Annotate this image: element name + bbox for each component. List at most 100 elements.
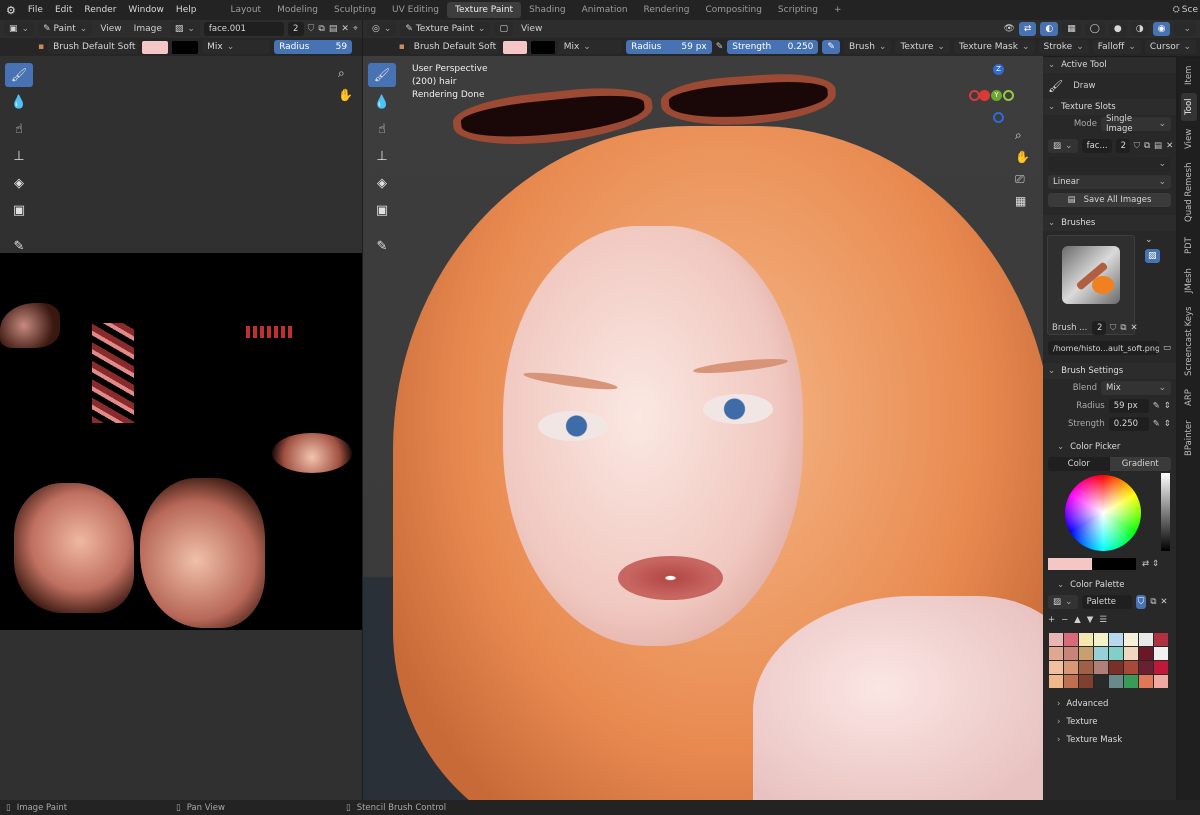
paint-mask-toggle[interactable]: ▢ — [494, 22, 513, 36]
palette-swatch[interactable] — [1109, 661, 1123, 674]
duplicate-image-icon[interactable]: ⧉ — [318, 24, 324, 34]
palette-swatch[interactable] — [1124, 661, 1138, 674]
palette-swatch[interactable] — [1094, 661, 1108, 674]
slot-image-users[interactable]: 2 — [1115, 139, 1130, 153]
open-image-icon[interactable]: ▤ — [329, 24, 338, 34]
palette-duplicate-icon[interactable]: ⧉ — [1150, 597, 1156, 607]
zoom-icon[interactable]: ⌕ — [338, 66, 345, 81]
menu-help[interactable]: Help — [170, 5, 203, 15]
tab-layout[interactable]: Layout — [222, 2, 269, 18]
palette-swatch[interactable] — [1139, 633, 1153, 646]
pan-hand-icon[interactable]: ✋ — [338, 88, 353, 102]
slot-open-icon[interactable]: ▤ — [1154, 141, 1162, 151]
vp-tool-smear[interactable]: ☝ — [368, 117, 396, 141]
tab-scripting[interactable]: Scripting — [770, 2, 826, 18]
perspective-toggle-icon[interactable]: ▦ — [1015, 194, 1026, 208]
overlay-toggle[interactable]: ◐ — [1040, 22, 1059, 36]
brush-menu[interactable]: Brush — [843, 40, 892, 54]
shading-wireframe-button[interactable]: ◯ — [1084, 22, 1105, 36]
image-browse-button[interactable]: ▨ — [169, 22, 200, 36]
palette-swatch[interactable] — [1139, 675, 1153, 688]
texture-menu[interactable]: Texture — [895, 40, 950, 54]
blender-logo-icon[interactable]: ⚙ — [0, 4, 22, 17]
vp-tool-clone[interactable]: ⊥ — [368, 144, 396, 168]
palette-swatch[interactable] — [1049, 647, 1063, 660]
shading-rendered-button[interactable]: ◉ — [1152, 22, 1171, 36]
tool-soften[interactable]: 💧 — [5, 90, 33, 114]
palette-swatch[interactable] — [1154, 647, 1168, 660]
texture-panel-header[interactable]: Texture — [1043, 714, 1176, 730]
palette-browse[interactable]: ▨ — [1048, 595, 1078, 609]
panel-radius-field[interactable]: 59 px — [1108, 399, 1149, 413]
palette-swatch[interactable] — [1124, 675, 1138, 688]
slot-image-browse[interactable]: ▨ — [1048, 139, 1078, 153]
gizmo-toggle[interactable]: ⇄ — [1018, 22, 1037, 36]
vp-tool-soften[interactable]: 💧 — [368, 90, 396, 114]
editor-type-button[interactable]: ▣ — [4, 22, 35, 36]
image-editor-area[interactable]: 🖌 💧 ☝ ⊥ ◈ ▣ ✎ ⌕ ✋ — [0, 56, 362, 800]
palette-swatch[interactable] — [1064, 633, 1078, 646]
tab-sculpting[interactable]: Sculpting — [326, 2, 384, 18]
palette-swatch[interactable] — [1109, 633, 1123, 646]
palette-swatch[interactable] — [1124, 633, 1138, 646]
viewport-editor-type-button[interactable]: ◎ — [367, 22, 397, 36]
brush-custom-icon-toggle[interactable]: ▨ — [1145, 249, 1160, 263]
palette-swatch[interactable] — [1109, 647, 1123, 660]
tab-uv-editing[interactable]: UV Editing — [384, 2, 447, 18]
add-workspace-button[interactable]: + — [826, 2, 850, 18]
palette-swatch[interactable] — [1079, 647, 1093, 660]
tool-draw[interactable]: 🖌 — [5, 63, 33, 87]
interpolation-select[interactable]: Linear — [1048, 175, 1171, 189]
slot-fake-user-icon[interactable]: ⛉ — [1134, 141, 1140, 151]
falloff-menu[interactable]: Falloff — [1092, 40, 1141, 54]
color-options-icon[interactable]: ⇕ — [1152, 559, 1159, 569]
panel-strength-pressure-icon[interactable]: ✎ — [1153, 419, 1160, 429]
brush-duplicate-icon[interactable]: ⧉ — [1120, 323, 1126, 333]
color-primary-swatch[interactable] — [1048, 558, 1092, 570]
side-tab-bpainter[interactable]: BPainter — [1181, 415, 1197, 461]
palette-move-down-icon[interactable]: ▼ — [1087, 615, 1094, 625]
color-secondary-swatch[interactable] — [1092, 558, 1136, 570]
palette-unlink-icon[interactable]: ✕ — [1160, 597, 1167, 607]
tab-texture-paint[interactable]: Texture Paint — [447, 2, 522, 18]
image-image-menu[interactable]: Image — [130, 24, 166, 34]
tool-smear[interactable]: ☝ — [5, 117, 33, 141]
active-tool-panel-header[interactable]: Active Tool — [1043, 57, 1176, 73]
vp-tool-annotate[interactable]: ✎ — [368, 234, 396, 258]
menu-window[interactable]: Window — [122, 5, 170, 15]
slot-uv-select[interactable] — [1048, 157, 1171, 171]
palette-swatch[interactable] — [1109, 675, 1123, 688]
slot-duplicate-icon[interactable]: ⧉ — [1144, 141, 1150, 151]
palette-swatch[interactable] — [1094, 675, 1108, 688]
side-tab-arp[interactable]: ARP — [1181, 385, 1197, 411]
tool-fill[interactable]: ◈ — [5, 171, 33, 195]
brush-users-count[interactable]: 2 — [1092, 321, 1106, 335]
tab-shading[interactable]: Shading — [521, 2, 574, 18]
color-wheel[interactable] — [1065, 475, 1141, 551]
panel-radius-pressure-icon[interactable]: ✎ — [1153, 401, 1160, 411]
slot-unlink-icon[interactable]: ✕ — [1166, 141, 1173, 151]
visibility-eye-icon[interactable]: 👁 — [1003, 24, 1014, 34]
radius-pressure-icon[interactable]: ✎ — [716, 42, 724, 52]
viewport-radius-slider[interactable]: Radius 59 px — [626, 40, 712, 54]
menu-edit[interactable]: Edit — [49, 5, 78, 15]
palette-swatch[interactable] — [1064, 675, 1078, 688]
color-value-slider[interactable] — [1161, 473, 1170, 551]
gizmo-y-axis[interactable]: Y — [991, 90, 1002, 101]
palette-swatch[interactable] — [1154, 661, 1168, 674]
shading-solid-button[interactable]: ● — [1108, 22, 1127, 36]
tool-clone[interactable]: ⊥ — [5, 144, 33, 168]
palette-swatch[interactable] — [1094, 633, 1108, 646]
cursor-menu[interactable]: Cursor — [1144, 40, 1197, 54]
viewport-brush-name[interactable]: Brush Default Soft — [408, 40, 499, 54]
viewport-blend-select[interactable]: Mix — [558, 40, 623, 54]
blend-mode-select[interactable]: Mix — [202, 40, 271, 54]
strength-pressure-button[interactable]: ✎ — [822, 40, 840, 54]
paint-mode-select[interactable]: ✎ Paint — [38, 22, 93, 36]
brush-settings-panel-header[interactable]: Brush Settings — [1043, 363, 1176, 379]
brush-fake-user-icon[interactable]: ⛉ — [1110, 323, 1116, 333]
gizmo-x-axis[interactable] — [979, 90, 990, 101]
palette-add-icon[interactable]: + — [1048, 615, 1055, 625]
radius-slider[interactable]: Radius 59 — [274, 40, 353, 54]
viewport-zoom-icon[interactable]: ⌕ — [1015, 128, 1022, 143]
